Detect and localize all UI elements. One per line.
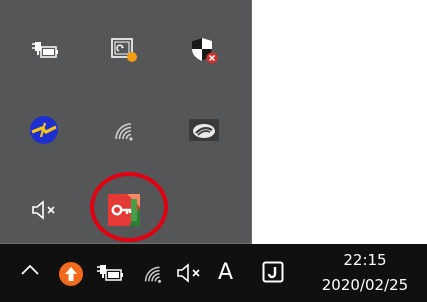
tray-empty-slot bbox=[164, 170, 244, 250]
tray-item-battery[interactable] bbox=[4, 10, 84, 90]
wifi-icon bbox=[115, 123, 133, 141]
tray-icon-grid bbox=[4, 10, 244, 240]
tray-item-volume[interactable] bbox=[4, 170, 84, 250]
cloud-sync-icon bbox=[189, 119, 219, 141]
key-app-icon bbox=[108, 194, 140, 226]
tray-item-key-app[interactable] bbox=[84, 170, 164, 250]
tray-item-wifi[interactable] bbox=[84, 90, 164, 170]
tray-overflow-popup bbox=[0, 0, 252, 244]
japanese-input-icon bbox=[262, 261, 284, 283]
tray-item-security[interactable] bbox=[164, 10, 244, 90]
network-status-icon bbox=[30, 116, 58, 144]
volume-muted-icon bbox=[177, 263, 200, 283]
ime-mode-button[interactable]: A bbox=[218, 262, 233, 284]
chevron-up-icon bbox=[21, 264, 39, 275]
show-hidden-icons-button[interactable] bbox=[20, 262, 40, 276]
tray-item-cloud-sync[interactable] bbox=[164, 90, 244, 170]
tray-item-tablet-update[interactable] bbox=[84, 10, 164, 90]
battery-icon bbox=[97, 265, 123, 281]
update-tray-button[interactable] bbox=[58, 261, 84, 287]
battery-plugged-icon bbox=[32, 42, 58, 58]
taskbar: A 22:15 2020/02/25 bbox=[0, 244, 427, 302]
taskbar-clock[interactable]: 22:15 2020/02/25 bbox=[315, 248, 415, 298]
ime-mode-icon: A bbox=[218, 260, 234, 285]
clock-time: 22:15 bbox=[343, 251, 387, 269]
tablet-update-icon bbox=[111, 38, 137, 62]
volume-muted-icon bbox=[32, 200, 55, 220]
clock-date: 2020/02/25 bbox=[321, 276, 409, 294]
wifi-tray-button[interactable] bbox=[140, 261, 166, 285]
volume-tray-button[interactable] bbox=[174, 262, 204, 284]
tray-item-network-status[interactable] bbox=[4, 90, 84, 170]
battery-tray-button[interactable] bbox=[94, 262, 124, 284]
update-arrow-icon bbox=[59, 262, 83, 286]
japanese-input-button[interactable] bbox=[262, 261, 284, 283]
wifi-icon bbox=[144, 266, 161, 283]
security-shield-icon bbox=[192, 38, 218, 64]
